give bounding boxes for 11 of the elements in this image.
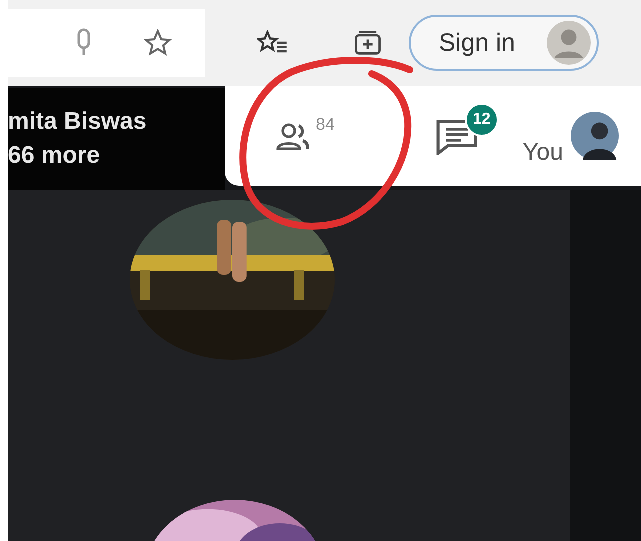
banner-text: 66 more: [8, 141, 102, 171]
avatar-icon: [547, 21, 591, 65]
star-icon[interactable]: [144, 29, 172, 57]
collections-icon[interactable]: [353, 29, 383, 57]
banner-text: mita Biswas: [8, 107, 148, 137]
self-label: You: [522, 139, 564, 167]
address-bar[interactable]: [8, 9, 205, 77]
chat-button[interactable]: 12: [434, 103, 501, 155]
avatar-icon: [571, 110, 620, 162]
unread-badge: 12: [464, 103, 499, 137]
sign-in-button[interactable]: Sign in: [409, 15, 599, 71]
